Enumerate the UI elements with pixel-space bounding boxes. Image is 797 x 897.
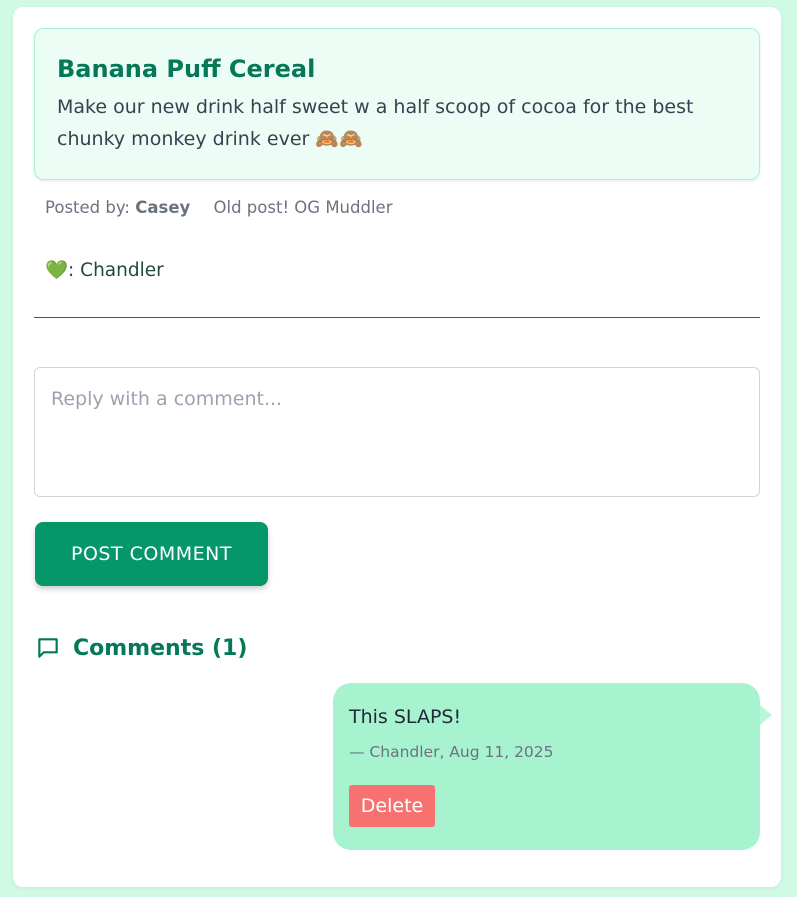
comment-icon	[35, 635, 61, 661]
post-card: Banana Puff Cereal Make our new drink ha…	[13, 7, 781, 887]
comments-header: Comments (1)	[35, 631, 247, 665]
post-age-badge: Old post! OG Muddler	[213, 198, 393, 217]
post-author: Casey	[135, 198, 191, 217]
divider	[34, 317, 760, 318]
comment-input[interactable]	[34, 367, 760, 497]
comment-text: This SLAPS!	[349, 706, 462, 728]
delete-comment-button[interactable]: Delete	[349, 785, 435, 827]
post-content: Banana Puff Cereal Make our new drink ha…	[34, 28, 760, 180]
bubble-tail	[760, 705, 772, 725]
post-meta: Posted by: Casey Old post! OG Muddler	[45, 196, 392, 220]
likes-list: 💚: Chandler	[45, 260, 164, 281]
post-body: Make our new drink half sweet w a half s…	[57, 96, 694, 150]
post-comment-button[interactable]: POST COMMENT	[35, 522, 268, 586]
comments-title: Comments (1)	[73, 635, 248, 661]
comment-bubble: This SLAPS! — Chandler, Aug 11, 2025 Del…	[333, 683, 772, 850]
post-title: Banana Puff Cereal	[57, 55, 316, 83]
comment-meta: — Chandler, Aug 11, 2025	[349, 743, 554, 761]
posted-by-label: Posted by:	[45, 198, 130, 217]
